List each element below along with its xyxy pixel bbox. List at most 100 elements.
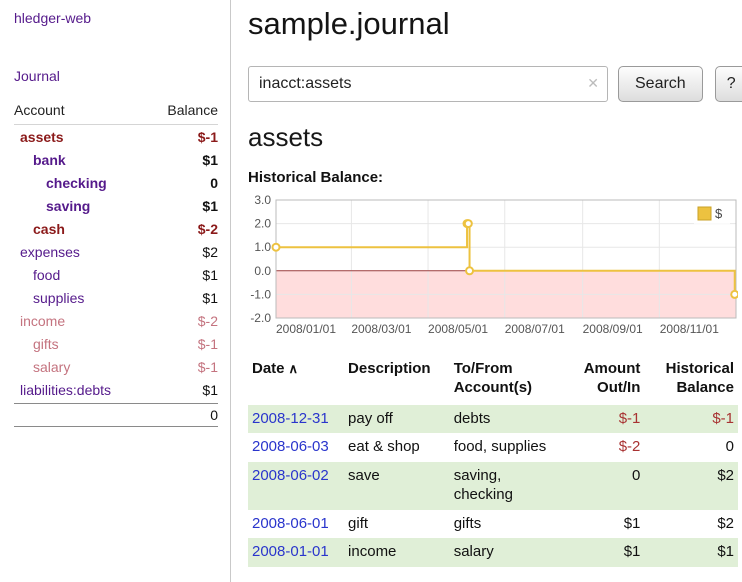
transaction-description: income [344,538,450,567]
account-balance-supplies: $1 [202,290,218,306]
account-row-cash: cash $-2 [14,217,218,240]
svg-text:2.0: 2.0 [254,217,271,231]
transaction-description: eat & shop [344,433,450,462]
account-link-cash[interactable]: cash [14,221,65,237]
transaction-amount: $-2 [580,433,645,462]
register-row: 2008-06-01 gift gifts $1 $2 [248,510,738,539]
main-content: sample.journal ✕ Search ? assets Histori… [248,0,740,567]
account-row-salary: salary $-1 [14,355,218,378]
transaction-amount: 0 [580,462,645,510]
transaction-date-cell: 2008-12-31 [248,405,344,434]
sidebar: hledger-web Journal Account Balance asse… [0,0,231,582]
transaction-description: save [344,462,450,510]
transaction-date-link[interactable]: 2008-06-01 [252,515,329,532]
transaction-balance: $-1 [644,405,738,434]
svg-text:2008/01/01: 2008/01/01 [276,322,336,336]
date-header-label: Date [252,360,285,377]
account-column-header-register: To/From Account(s) [450,356,580,405]
svg-text:2008/11/01: 2008/11/01 [660,322,719,336]
sort-ascending-icon: ∧ [289,361,299,376]
transaction-balance: $2 [644,462,738,510]
account-row-bank: bank $1 [14,148,218,171]
register-header-row: Date ∧ Description To/From Account(s) Amo… [248,356,738,405]
account-balance-income: $-2 [198,313,218,329]
account-row-income: income $-2 [14,309,218,332]
transaction-accounts: food, supplies [450,433,580,462]
svg-text:2008/09/01: 2008/09/01 [583,322,643,336]
account-balance-assets: $-1 [198,129,218,145]
account-balance-cash: $-2 [198,221,218,237]
chart-title: Historical Balance: [248,169,740,186]
transaction-date-link[interactable]: 2008-12-31 [252,410,329,427]
transaction-date-cell: 2008-06-02 [248,462,344,510]
account-balance-expenses: $2 [202,244,218,260]
search-bar: ✕ Search ? [248,66,740,102]
register-row: 2008-12-31 pay off debts $-1 $-1 [248,405,738,434]
sidebar-total-balance: 0 [14,403,218,427]
account-balance-gifts: $-1 [198,336,218,352]
historical-balance-chart: $3.0 2.0 1.0 0.0 -1.0 -2.0 2008/01/01 2008/03/0… [248,192,738,340]
account-balance-food: $1 [202,267,218,283]
transaction-balance: $2 [644,510,738,539]
nav-journal-link[interactable]: Journal [14,68,218,84]
account-link-supplies[interactable]: supplies [14,290,84,306]
svg-text:3.0: 3.0 [254,193,271,207]
page-title: sample.journal [248,6,740,42]
transaction-date-link[interactable]: 2008-01-01 [252,543,329,560]
transaction-date-cell: 2008-01-01 [248,538,344,567]
account-row-checking: checking 0 [14,171,218,194]
svg-text:1.0: 1.0 [254,240,271,254]
svg-text:0.0: 0.0 [254,264,271,278]
account-link-assets[interactable]: assets [14,129,64,145]
search-button[interactable]: Search [618,66,703,102]
account-row-gifts: gifts $-1 [14,332,218,355]
account-row-supplies: supplies $1 [14,286,218,309]
account-row-saving: saving $1 [14,194,218,217]
transaction-accounts: debts [450,405,580,434]
svg-text:2008/03/01: 2008/03/01 [351,322,411,336]
transaction-description: gift [344,510,450,539]
transaction-date-link[interactable]: 2008-06-03 [252,438,329,455]
transaction-amount: $1 [580,538,645,567]
account-link-saving[interactable]: saving [14,198,90,214]
account-balance-saving: $1 [202,198,218,214]
account-link-checking[interactable]: checking [14,175,107,191]
account-balance-bank: $1 [202,152,218,168]
transaction-accounts: salary [450,538,580,567]
help-button[interactable]: ? [715,66,742,102]
account-heading: assets [248,122,740,153]
account-balance-checking: 0 [210,175,218,191]
svg-text:2008/05/01: 2008/05/01 [428,322,488,336]
amount-column-header: Amount Out/In [580,356,645,405]
account-link-income[interactable]: income [14,313,65,329]
account-link-expenses[interactable]: expenses [14,244,80,260]
register-row: 2008-06-03 eat & shop food, supplies $-2… [248,433,738,462]
account-link-bank[interactable]: bank [14,152,66,168]
svg-text:-1.0: -1.0 [250,287,271,301]
transaction-accounts: saving, checking [450,462,580,510]
transaction-amount: $1 [580,510,645,539]
date-column-header[interactable]: Date ∧ [248,356,344,405]
transaction-accounts: gifts [450,510,580,539]
description-column-header: Description [344,356,450,405]
svg-text:-2.0: -2.0 [250,311,271,325]
account-link-food[interactable]: food [14,267,60,283]
account-row-expenses: expenses $2 [14,240,218,263]
account-column-header: Account [14,102,65,118]
balance-column-header-register: Historical Balance [644,356,738,405]
balance-column-header: Balance [167,102,218,118]
transaction-date-link[interactable]: 2008-06-02 [252,467,329,484]
transaction-amount: $-1 [580,405,645,434]
account-balance-liabilities-debts: $1 [202,382,218,398]
account-table-header: Account Balance [14,100,218,125]
search-box: ✕ [248,66,608,102]
clear-search-icon[interactable]: ✕ [587,76,599,90]
account-link-liabilities-debts[interactable]: liabilities:debts [14,382,111,398]
account-link-salary[interactable]: salary [14,359,70,375]
app-title-link[interactable]: hledger-web [14,10,218,26]
search-input[interactable] [248,66,608,102]
transaction-date-cell: 2008-06-03 [248,433,344,462]
account-link-gifts[interactable]: gifts [14,336,59,352]
transaction-description: pay off [344,405,450,434]
svg-text:$: $ [715,206,723,221]
